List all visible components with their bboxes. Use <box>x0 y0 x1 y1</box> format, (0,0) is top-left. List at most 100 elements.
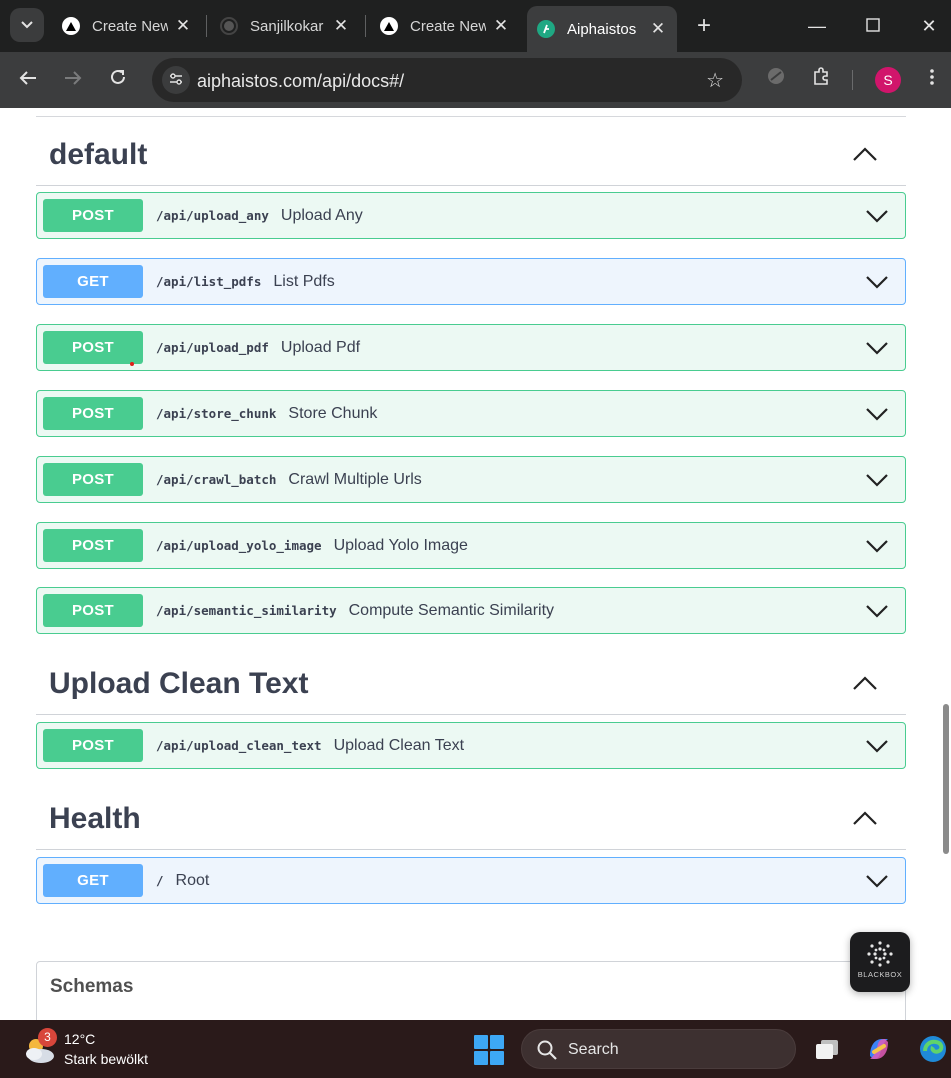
bookmark-star-icon[interactable]: ☆ <box>706 68 724 93</box>
operation-summary: Upload Any <box>280 206 363 224</box>
minimize-button[interactable]: — <box>802 12 832 40</box>
edge-browser-icon[interactable] <box>918 1034 948 1064</box>
close-icon[interactable]: ✕ <box>332 16 350 36</box>
copilot-icon[interactable] <box>864 1034 894 1064</box>
tab-title: Create New <box>92 17 168 35</box>
github-icon <box>220 17 238 35</box>
method-badge: GET <box>43 265 143 298</box>
new-tab-button[interactable]: + <box>692 12 716 40</box>
operation-crawl-batch[interactable]: POST /api/crawl_batch Crawl Multiple Url… <box>36 456 906 503</box>
operation-summary: Compute Semantic Similarity <box>348 601 555 619</box>
toolbar-divider <box>852 70 853 90</box>
maximize-icon <box>866 18 880 32</box>
triangle-icon <box>62 17 80 35</box>
chevron-down-icon <box>21 21 33 29</box>
maximize-button[interactable] <box>858 12 888 40</box>
operation-summary: Root <box>175 871 210 889</box>
tab-search-button[interactable] <box>10 8 44 42</box>
chevron-down-icon[interactable] <box>865 735 889 757</box>
chevron-down-icon[interactable] <box>865 600 889 622</box>
method-badge: POST <box>43 729 143 762</box>
chevron-down-icon[interactable] <box>865 337 889 359</box>
weather-condition[interactable]: Stark bewölkt <box>64 1051 148 1067</box>
page-scrollbar[interactable] <box>943 112 949 1017</box>
close-icon[interactable]: ✕ <box>649 19 667 39</box>
forward-button[interactable] <box>59 66 87 94</box>
operation-upload-clean-text[interactable]: POST /api/upload_clean_text Upload Clean… <box>36 722 906 769</box>
triangle-icon <box>380 17 398 35</box>
address-bar[interactable]: aiphaistos.com/api/docs#/ ☆ <box>152 58 742 102</box>
back-button[interactable] <box>14 66 42 94</box>
search-label: Search <box>568 1041 619 1058</box>
operation-upload-yolo-image[interactable]: POST /api/upload_yolo_image Upload Yolo … <box>36 522 906 569</box>
search-icon <box>537 1040 557 1060</box>
method-badge: POST <box>43 397 143 430</box>
schemas-title: Schemas <box>50 976 134 997</box>
chevron-down-icon[interactable] <box>865 271 889 293</box>
chevron-down-icon[interactable] <box>865 205 889 227</box>
site-info-button[interactable] <box>162 66 190 94</box>
swagger-icon <box>537 20 555 38</box>
chevron-up-icon[interactable] <box>852 808 878 830</box>
browser-toolbar: aiphaistos.com/api/docs#/ ☆ S <box>0 52 951 108</box>
scrollbar-thumb[interactable] <box>943 704 949 854</box>
chevron-down-icon[interactable] <box>865 403 889 425</box>
menu-kebab-icon[interactable] <box>918 66 946 94</box>
windows-logo-tile <box>474 1035 488 1049</box>
browser-tab[interactable]: Create New ✕ <box>370 8 520 44</box>
section-header-health[interactable]: Health <box>36 788 906 850</box>
reload-icon <box>111 69 125 84</box>
browser-tab-active[interactable]: Aiphaistos ✕ <box>527 6 677 52</box>
section-header-upload-clean-text[interactable]: Upload Clean Text <box>36 653 906 715</box>
weather-notification-badge: 3 <box>38 1028 57 1047</box>
section-header-default[interactable]: default <box>36 124 906 186</box>
profile-avatar[interactable]: S <box>875 67 901 93</box>
method-badge: GET <box>43 864 143 897</box>
browser-tab[interactable]: Sanjilkokar ✕ <box>210 8 360 44</box>
operation-summary: Upload Clean Text <box>333 736 465 754</box>
operation-path: /api/store_chunk <box>156 406 277 421</box>
url-text: aiphaistos.com/api/docs#/ <box>197 71 405 91</box>
reload-button[interactable] <box>104 66 132 94</box>
operation-path: /api/upload_pdf <box>156 340 269 355</box>
operation-upload-any[interactable]: POST /api/upload_any Upload Any <box>36 192 906 239</box>
close-icon[interactable]: ✕ <box>492 16 510 36</box>
operation-list-pdfs[interactable]: GET /api/list_pdfs List Pdfs <box>36 258 906 305</box>
blackbox-widget-button[interactable]: BLACKBOX <box>850 932 910 992</box>
arrow-left-icon <box>19 71 36 85</box>
operation-upload-pdf[interactable]: POST /api/upload_pdf Upload Pdf <box>36 324 906 371</box>
operation-path: / <box>156 873 164 888</box>
chevron-down-icon[interactable] <box>865 469 889 491</box>
browser-tab[interactable]: Create New ✕ <box>52 8 202 44</box>
chevron-up-icon[interactable] <box>852 673 878 695</box>
operation-summary: Store Chunk <box>288 404 378 422</box>
start-button[interactable] <box>474 1035 504 1065</box>
chevron-down-icon[interactable] <box>865 535 889 557</box>
operation-root[interactable]: GET / Root <box>36 857 906 904</box>
task-view-icon[interactable] <box>812 1034 842 1064</box>
arrow-right-icon <box>65 71 82 85</box>
window-close-button[interactable]: ✕ <box>914 12 944 40</box>
taskbar-search[interactable]: Search <box>521 1029 796 1069</box>
incognito-shield-icon[interactable] <box>762 66 790 94</box>
weather-temperature[interactable]: 12°C <box>64 1031 95 1047</box>
operation-store-chunk[interactable]: POST /api/store_chunk Store Chunk <box>36 390 906 437</box>
operation-summary: List Pdfs <box>273 272 335 290</box>
cursor-dot <box>130 362 134 366</box>
windows-taskbar: 3 12°C Stark bewölkt Search <box>0 1020 951 1078</box>
operation-path: /api/list_pdfs <box>156 274 262 289</box>
tab-title: Aiphaistos <box>567 20 637 38</box>
section-title: Upload Clean Text <box>49 667 309 700</box>
blackbox-label: BLACKBOX <box>857 970 903 979</box>
operation-path: /api/crawl_batch <box>156 472 277 487</box>
chevron-down-icon[interactable] <box>865 870 889 892</box>
section-title: default <box>49 138 148 171</box>
close-icon[interactable]: ✕ <box>174 16 192 36</box>
operation-semantic-similarity[interactable]: POST /api/semantic_similarity Compute Se… <box>36 587 906 634</box>
method-badge: POST <box>43 331 143 364</box>
extensions-icon[interactable] <box>807 66 835 94</box>
tab-divider <box>206 15 207 37</box>
schemas-section[interactable]: Schemas <box>36 961 906 1020</box>
chevron-up-icon[interactable] <box>852 144 878 166</box>
windows-logo-tile <box>474 1051 488 1065</box>
